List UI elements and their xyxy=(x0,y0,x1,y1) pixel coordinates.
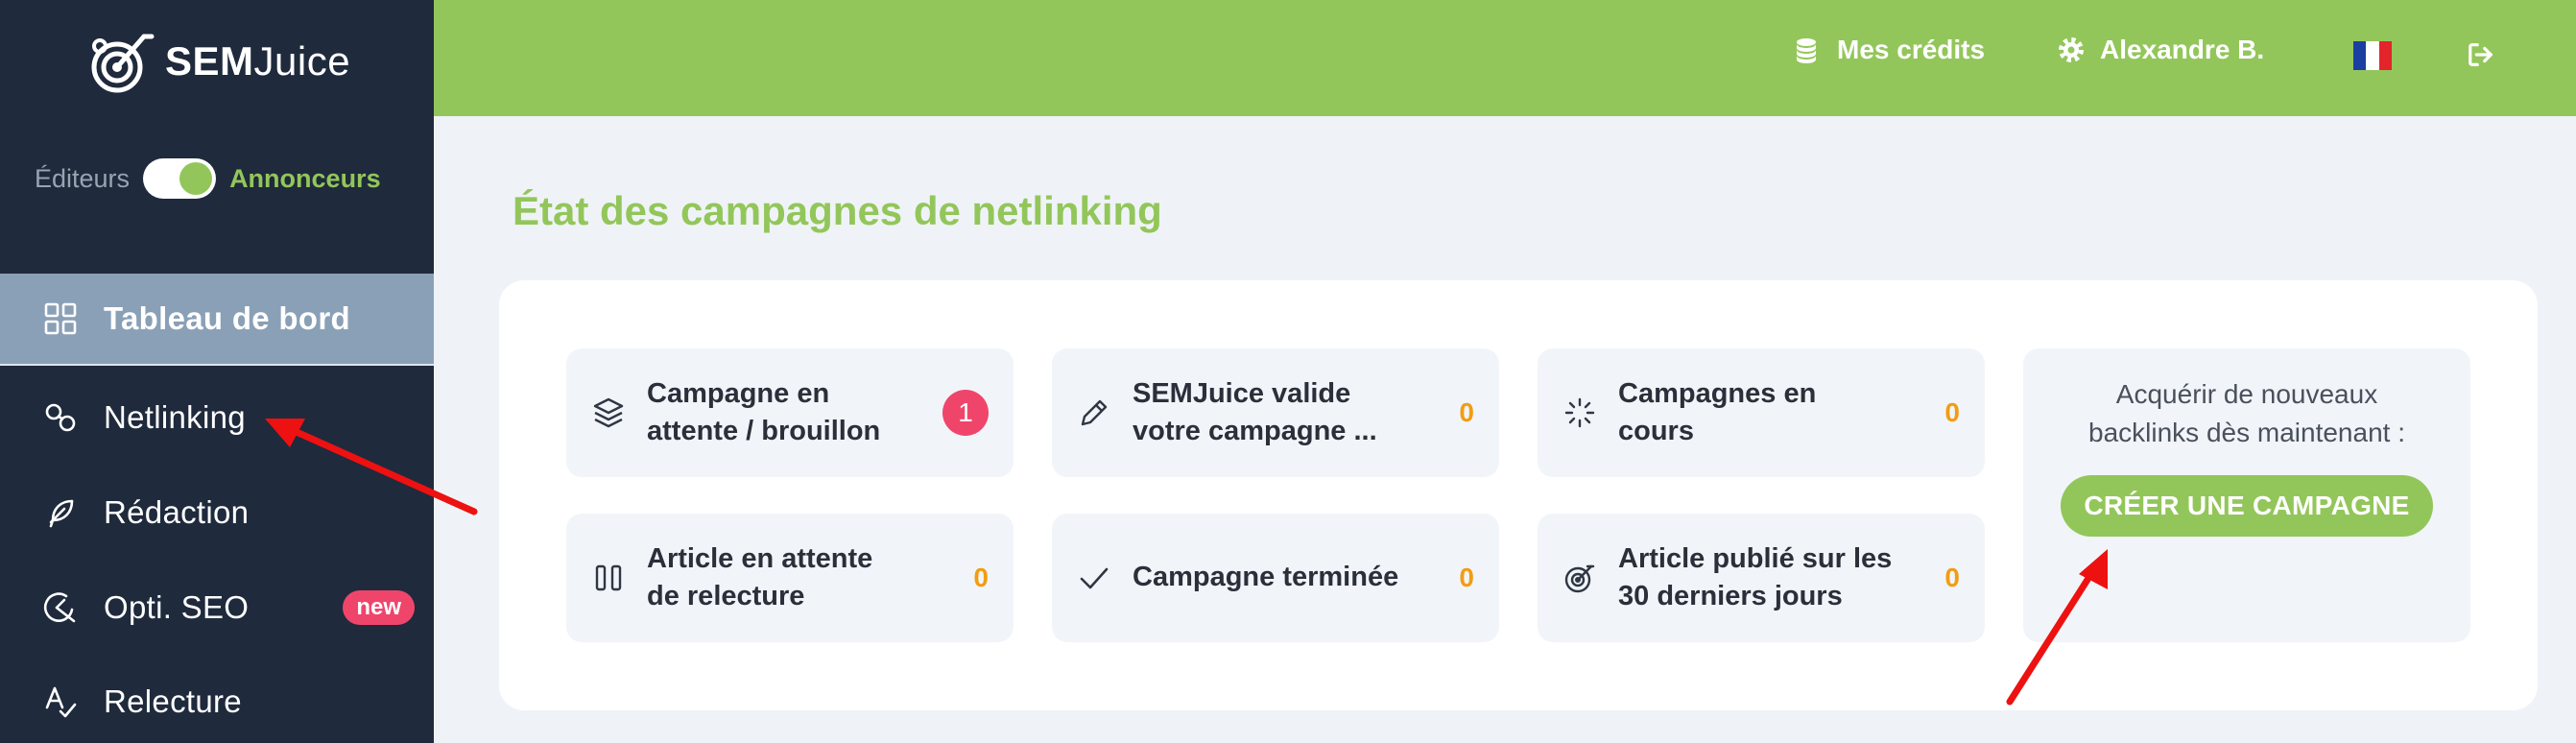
logout-button[interactable] xyxy=(2467,40,2495,69)
mode-switch-left-label[interactable]: Éditeurs xyxy=(35,164,130,194)
stat-count-badge: 1 xyxy=(942,390,989,436)
sidebar-item-opti-seo[interactable]: Opti. SEO new xyxy=(0,562,434,654)
toggle-knob xyxy=(179,162,213,195)
cta-text: Acquérir de nouveaux backlinks dès mainte… xyxy=(2088,379,2405,448)
stat-campagne-terminee[interactable]: Campagne terminée 0 xyxy=(1052,514,1499,642)
sidebar-item-label: Tableau de bord xyxy=(104,300,350,336)
stat-article-publie-30-jours[interactable]: Article publié sur les 30 derniers jours … xyxy=(1538,514,1985,642)
sidebar: SEMJuice Éditeurs Annonceurs Tableau de … xyxy=(0,0,434,743)
mode-switch-right-label[interactable]: Annonceurs xyxy=(229,164,381,194)
feather-icon xyxy=(42,494,79,531)
stat-label: Article publié sur les 30 derniers jours xyxy=(1618,542,1893,611)
credits-label: Mes crédits xyxy=(1837,35,1986,64)
credits-link[interactable]: Mes crédits xyxy=(1793,35,1985,65)
stat-campagne-en-attente[interactable]: Campagne en attente / brouillon 1 xyxy=(566,348,1014,477)
sidebar-item-label: Relecture xyxy=(104,683,242,719)
stat-label: Campagnes en cours xyxy=(1618,377,1817,446)
layers-icon xyxy=(591,395,626,430)
pencil-icon xyxy=(1077,395,1111,430)
stat-count: 0 xyxy=(1459,397,1474,427)
stat-semjuice-valide[interactable]: SEMJuice valide votre campagne ... 0 xyxy=(1052,348,1499,477)
sidebar-item-tableau-de-bord[interactable]: Tableau de bord xyxy=(0,274,434,366)
stat-label: Campagne terminée xyxy=(1133,562,1399,593)
stat-count: 0 xyxy=(973,563,989,592)
link-icon xyxy=(42,399,79,436)
coins-icon xyxy=(1797,38,1816,63)
logo-text: SEMJuice xyxy=(165,38,351,84)
stat-article-en-attente-relecture[interactable]: Article en attente de relecture 0 xyxy=(566,514,1014,642)
mode-toggle[interactable] xyxy=(143,158,217,199)
stat-label: Campagne en attente / brouillon xyxy=(647,377,881,446)
loading-spinner-icon xyxy=(1562,395,1597,430)
semjuice-logo[interactable]: SEMJuice xyxy=(86,27,350,96)
target-logo-icon xyxy=(91,34,155,93)
sidebar-item-label: Rédaction xyxy=(104,494,250,530)
stat-count: 0 xyxy=(1944,397,1960,427)
user-name: Alexandre B. xyxy=(2100,35,2265,64)
user-menu[interactable]: Alexandre B. xyxy=(2056,35,2264,65)
pause-icon xyxy=(591,561,626,595)
stat-count: 0 xyxy=(1944,563,1960,592)
sidebar-item-label: Netlinking xyxy=(104,399,246,435)
stat-label: Article en attente de relecture xyxy=(647,542,873,611)
stat-label: SEMJuice valide votre campagne ... xyxy=(1133,377,1377,446)
gear-icon xyxy=(2059,37,2084,62)
dashboard-grid-icon xyxy=(42,300,79,337)
target-icon xyxy=(1562,561,1597,595)
check-icon xyxy=(1077,561,1111,595)
create-campaign-button[interactable]: CRÉER UNE CAMPAGNE xyxy=(2061,475,2433,538)
stat-count: 0 xyxy=(1459,563,1474,592)
spellcheck-icon xyxy=(42,683,79,720)
sidebar-item-redaction[interactable]: Rédaction xyxy=(0,467,434,559)
sidebar-item-netlinking[interactable]: Netlinking xyxy=(0,372,434,464)
sidebar-item-label: Opti. SEO xyxy=(104,589,250,625)
stat-campagnes-en-cours[interactable]: Campagnes en cours 0 xyxy=(1538,348,1985,477)
page-title: État des campagnes de netlinking xyxy=(513,188,1162,233)
create-campaign-panel: Acquérir de nouveaux backlinks dès mainte… xyxy=(2023,348,2470,642)
logout-icon xyxy=(2469,43,2493,66)
sidebar-item-relecture[interactable]: Relecture xyxy=(0,656,434,743)
seo-optimization-icon xyxy=(42,589,79,626)
mode-switch-row: Éditeurs Annonceurs xyxy=(35,158,381,199)
new-badge: new xyxy=(343,590,415,625)
fr-flag-icon[interactable] xyxy=(2353,41,2392,70)
